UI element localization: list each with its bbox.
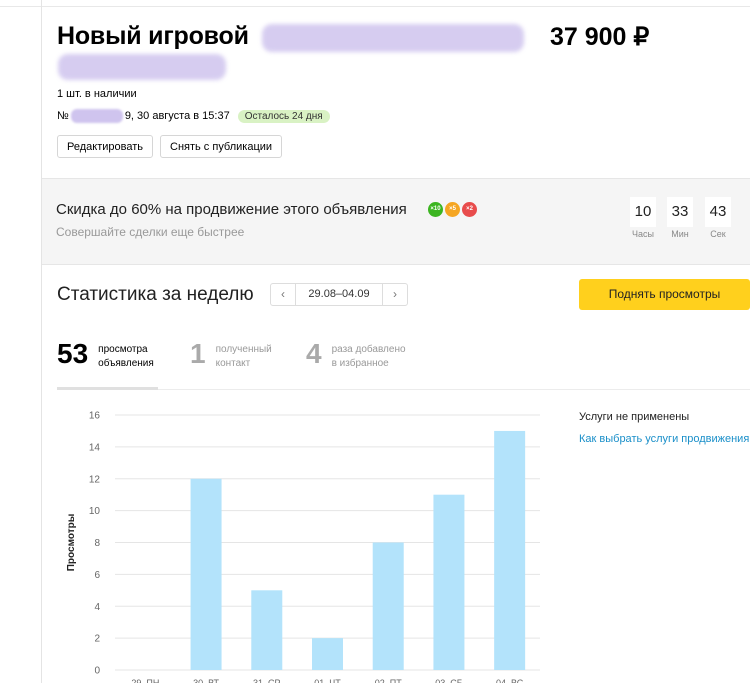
listing-price: 37 900 ₽ — [550, 23, 650, 51]
metric-contacts-label-line1: полученный — [215, 344, 272, 355]
redacted-title-line2 — [58, 54, 226, 80]
x-tick-label: 30, ВТ — [193, 678, 219, 683]
timer-minutes-label: Мин — [671, 229, 689, 239]
metric-contacts-label: полученный контакт — [216, 343, 272, 371]
promo-subtitle: Совершайте сделки еще быстрее — [56, 225, 245, 239]
promo-title: Скидка до 60% на продвижение этого объяв… — [56, 201, 407, 218]
metric-favorites-label-line1: раза добавлено — [331, 344, 406, 355]
timer-seconds-label: Сек — [710, 229, 726, 239]
multiplier-2-icon: ×2 — [462, 202, 477, 217]
y-tick-label: 6 — [94, 570, 100, 581]
listing-title: Новый игровой — [57, 22, 249, 50]
active-tab-indicator — [57, 387, 158, 390]
bar-5 — [372, 542, 404, 670]
y-tick-label: 4 — [94, 602, 100, 613]
timer-hours-label: Часы — [632, 229, 654, 239]
x-tick-label: 01, ЧТ — [314, 678, 341, 683]
y-tick-label: 16 — [89, 411, 101, 422]
bar-2 — [190, 478, 222, 670]
promo-banner[interactable]: Скидка до 60% на продвижение этого объяв… — [42, 178, 750, 265]
chevron-left-icon[interactable]: ‹ — [271, 284, 296, 305]
listing-meta: № 9, 30 августа в 15:37 Осталось 24 дня — [57, 109, 330, 123]
metric-favorites[interactable]: 4 раза добавлено в избранное — [306, 336, 406, 372]
bar-4 — [312, 638, 343, 670]
bar-7 — [494, 430, 526, 670]
metric-contacts[interactable]: 1 полученный контакт — [190, 336, 272, 372]
published-date: 9, 30 августа в 15:37 — [124, 110, 230, 122]
timer-hours: 10 — [630, 197, 656, 227]
y-tick-label: 8 — [94, 538, 100, 549]
redacted-number — [70, 109, 123, 123]
views-bar-chart: 0 2 4 6 8 10 12 14 16 Просмотры 29, ПН 30, ВТ 31, СР… — [66, 411, 540, 683]
stock-info: 1 шт. в наличии — [57, 88, 137, 100]
x-tick-label: 29, ПН — [131, 678, 159, 683]
redacted-title-part — [262, 24, 524, 52]
x-tick-label: 31, СР — [253, 678, 281, 683]
date-range: 29.08–04.09 — [308, 288, 370, 300]
tabs-divider — [158, 389, 750, 390]
metric-views-label: просмотра объявления — [98, 343, 154, 371]
bar-6 — [433, 494, 465, 670]
number-prefix: № — [57, 110, 69, 122]
y-tick-label: 10 — [89, 506, 101, 517]
metric-contacts-value: 1 — [190, 338, 206, 369]
multiplier-5-icon: ×5 — [445, 202, 460, 217]
services-help-link[interactable]: Как выбрать услуги продвижения — [579, 433, 749, 445]
timer-minutes: 33 — [667, 197, 693, 227]
days-left-badge: Осталось 24 дня — [237, 109, 330, 123]
metric-views-value: 53 — [57, 338, 89, 369]
x-tick-label: 03, СБ — [435, 678, 463, 683]
promo-multiplier-badges: ×10 ×5 ×2 — [428, 202, 477, 217]
bar-3 — [251, 590, 283, 670]
metric-contacts-label-line2: контакт — [215, 358, 251, 369]
x-tick-label: 02, ПТ — [375, 678, 402, 683]
metric-favorites-label: раза добавлено в избранное — [332, 343, 406, 371]
date-range-picker: ‹ 29.08–04.09 › — [270, 283, 408, 306]
chevron-right-icon[interactable]: › — [382, 284, 407, 305]
y-tick-label: 2 — [94, 634, 100, 645]
metric-favorites-label-line2: в избранное — [331, 358, 389, 369]
metric-favorites-value: 4 — [306, 338, 322, 369]
metric-views-label-line1: просмотра — [98, 344, 148, 355]
edit-button[interactable]: Редактировать — [57, 135, 153, 158]
y-tick-label: 12 — [89, 474, 101, 485]
boost-views-button[interactable]: Поднять просмотры — [579, 279, 750, 310]
y-axis-label: Просмотры — [66, 514, 77, 572]
y-tick-label: 14 — [89, 442, 101, 453]
y-tick-label: 0 — [94, 666, 100, 677]
metric-views-label-line2: объявления — [98, 358, 154, 369]
timer-seconds: 43 — [705, 197, 731, 227]
services-status: Услуги не применены — [579, 411, 690, 423]
x-tick-label: 04, ВС — [496, 678, 524, 683]
stats-title: Статистика за неделю — [57, 284, 254, 305]
unpublish-button[interactable]: Снять с публикации — [160, 135, 283, 158]
metric-views[interactable]: 53 просмотра объявления — [57, 336, 154, 372]
multiplier-10-icon: ×10 — [428, 202, 443, 217]
